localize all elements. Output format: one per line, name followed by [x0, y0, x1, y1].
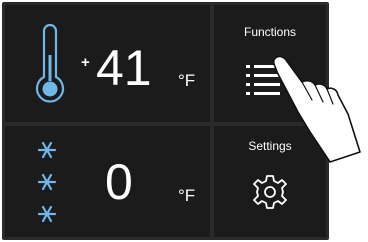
gear-icon: [253, 175, 287, 209]
freezer-temperature-unit: °F: [178, 186, 196, 205]
temperature-sign: +: [81, 54, 90, 71]
pointing-hand-icon: [272, 55, 361, 163]
freezer-temperature-value: 0: [105, 154, 133, 210]
freezer-temperature-tile[interactable]: 0 °F: [5, 126, 210, 237]
functions-label: Functions: [243, 25, 297, 39]
thermometer-icon: [35, 23, 65, 103]
snowflake-icon: [37, 141, 57, 223]
fridge-temperature-tile[interactable]: + 41 °F: [5, 5, 210, 122]
fridge-temperature-value: 41: [96, 40, 152, 96]
fridge-temperature-unit: °F: [178, 71, 196, 90]
